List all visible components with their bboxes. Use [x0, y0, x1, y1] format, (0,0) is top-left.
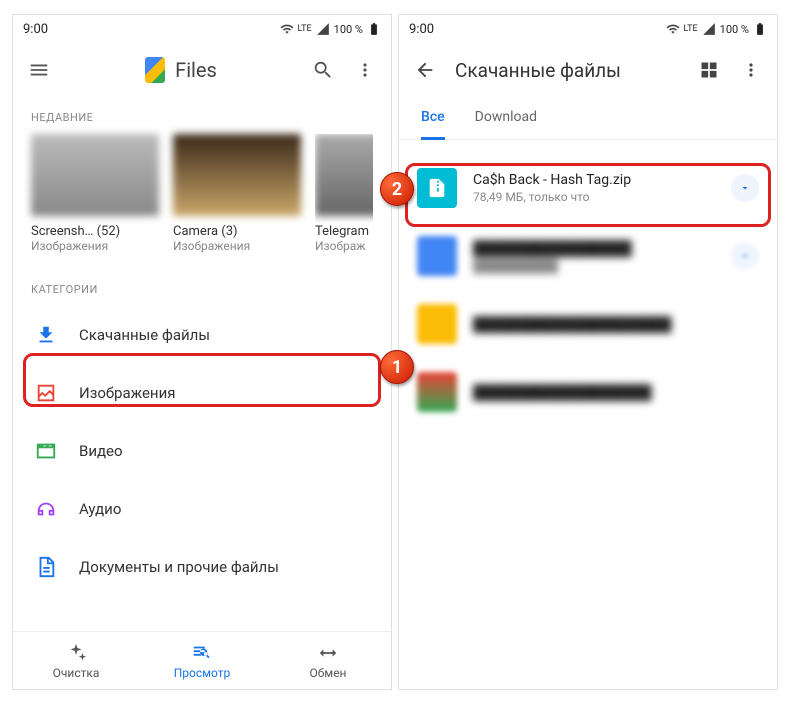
- more-icon[interactable]: [739, 58, 763, 82]
- category-label: Скачанные файлы: [79, 326, 210, 344]
- file-info-blurred: ████████████████ ██████████: [473, 240, 715, 273]
- file-icon-blurred: [417, 236, 457, 276]
- battery-icon: [367, 22, 381, 36]
- nav-share[interactable]: Обмен: [265, 632, 391, 689]
- status-bar: 9:00 LTE 100 %: [399, 15, 777, 43]
- thumb-icon: [173, 134, 301, 216]
- file-info-blurred: ████████████████████: [473, 316, 759, 333]
- file-row-blurred[interactable]: ████████████████████: [399, 290, 777, 358]
- dropdown-icon[interactable]: [731, 174, 759, 202]
- recent-sub: Изображения: [173, 239, 301, 253]
- recent-title: Screensh… (52): [31, 224, 159, 239]
- status-indicators: LTE 100 %: [280, 22, 381, 36]
- status-battery-text: 100 %: [334, 23, 363, 36]
- category-label: Аудио: [79, 500, 121, 518]
- recent-card[interactable]: Screensh… (52) Изображения: [31, 134, 159, 253]
- category-list: Скачанные файлы Изображения Видео Аудио …: [13, 306, 391, 596]
- file-info-blurred: ██████████████████: [473, 384, 759, 401]
- file-row-blurred[interactable]: ████████████████ ██████████: [399, 222, 777, 290]
- more-icon[interactable]: [353, 58, 377, 82]
- badge-1: 1: [380, 350, 414, 384]
- tab-download[interactable]: Download: [475, 97, 537, 139]
- video-icon: [35, 440, 57, 462]
- badge-2: 2: [380, 172, 414, 206]
- section-cat-label: КАТЕГОРИИ: [13, 269, 391, 306]
- share-icon: [317, 642, 339, 664]
- category-label: Изображения: [79, 384, 175, 402]
- file-sub: 78,49 МБ, только что: [473, 190, 715, 204]
- image-icon: [35, 382, 57, 404]
- file-info: Ca$h Back - Hash Tag.zip 78,49 МБ, тольк…: [473, 172, 715, 204]
- back-icon[interactable]: [413, 58, 437, 82]
- status-time: 9:00: [23, 22, 48, 37]
- recent-row: Screensh… (52) Изображения Camera (3) Из…: [13, 134, 391, 269]
- nav-browse[interactable]: Просмотр: [139, 632, 265, 689]
- page-title: Скачанные файлы: [455, 59, 679, 82]
- sparkle-icon: [65, 642, 87, 664]
- audio-icon: [35, 498, 57, 520]
- thumb-icon: [31, 134, 159, 216]
- file-icon-blurred: [417, 304, 457, 344]
- signal-icon: [316, 22, 330, 36]
- dropdown-icon[interactable]: [731, 242, 759, 270]
- file-row-blurred[interactable]: ██████████████████: [399, 358, 777, 426]
- tabs: Все Download: [399, 97, 777, 140]
- app-bar-left: Files: [13, 43, 391, 97]
- phone-left: 9:00 LTE 100 % Files: [12, 14, 392, 690]
- nav-clean[interactable]: Очистка: [13, 632, 139, 689]
- app-title-text: Files: [175, 58, 217, 82]
- status-time: 9:00: [409, 22, 434, 37]
- thumb-icon: [315, 134, 373, 216]
- zip-icon: [417, 168, 457, 208]
- file-icon-blurred: [417, 372, 457, 412]
- category-downloads[interactable]: Скачанные файлы: [13, 306, 391, 364]
- category-video[interactable]: Видео: [13, 422, 391, 480]
- category-docs[interactable]: Документы и прочие файлы: [13, 538, 391, 596]
- browse-icon: [191, 642, 213, 664]
- file-name: Ca$h Back - Hash Tag.zip: [473, 172, 715, 188]
- wifi-icon: [280, 22, 294, 36]
- nav-label: Обмен: [310, 666, 347, 680]
- status-bar: 9:00 LTE 100 %: [13, 15, 391, 43]
- recent-card[interactable]: Camera (3) Изображения: [173, 134, 301, 253]
- signal-icon: [702, 22, 716, 36]
- status-net: LTE: [684, 24, 698, 34]
- phone-right: 9:00 LTE 100 % Скачанные файлы Все: [398, 14, 778, 690]
- file-row-zip[interactable]: Ca$h Back - Hash Tag.zip 78,49 МБ, тольк…: [399, 154, 777, 222]
- bottom-nav: Очистка Просмотр Обмен: [13, 631, 391, 689]
- tab-all[interactable]: Все: [421, 97, 445, 140]
- download-icon: [35, 324, 57, 346]
- category-label: Видео: [79, 442, 123, 460]
- recent-title: Camera (3): [173, 224, 301, 239]
- nav-label: Просмотр: [174, 666, 231, 680]
- search-icon[interactable]: [311, 58, 335, 82]
- app-title: Files: [145, 57, 217, 83]
- status-indicators: LTE 100 %: [666, 22, 767, 36]
- app-bar-right: Скачанные файлы: [399, 43, 777, 97]
- recent-title: Telegram: [315, 224, 373, 239]
- recent-card[interactable]: Telegram Изображ: [315, 134, 373, 253]
- files-logo-icon: [145, 57, 165, 83]
- category-audio[interactable]: Аудио: [13, 480, 391, 538]
- status-battery-text: 100 %: [720, 23, 749, 36]
- category-images[interactable]: Изображения: [13, 364, 391, 422]
- document-icon: [35, 556, 57, 578]
- recent-sub: Изображения: [31, 239, 159, 253]
- section-recent-label: НЕДАВНИЕ: [13, 97, 391, 134]
- wifi-icon: [666, 22, 680, 36]
- grid-view-icon[interactable]: [697, 58, 721, 82]
- menu-icon[interactable]: [27, 58, 51, 82]
- category-label: Документы и прочие файлы: [79, 558, 279, 576]
- status-net: LTE: [298, 24, 312, 34]
- recent-sub: Изображ: [315, 239, 373, 253]
- battery-icon: [753, 22, 767, 36]
- nav-label: Очистка: [53, 666, 100, 680]
